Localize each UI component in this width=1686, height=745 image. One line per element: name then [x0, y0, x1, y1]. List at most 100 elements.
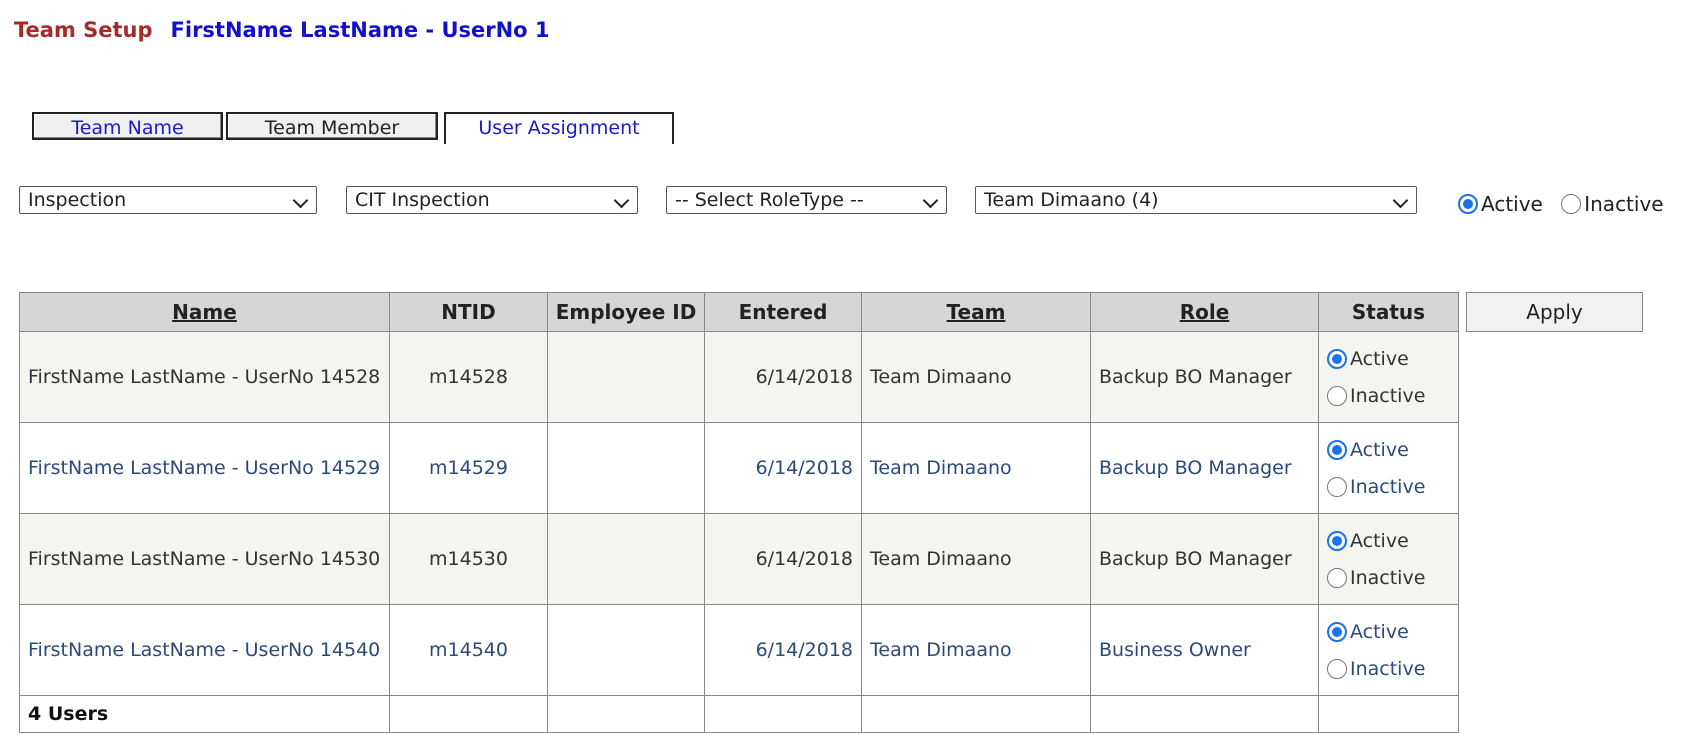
status-filter-active[interactable]: Active	[1458, 190, 1543, 216]
cell-status: Active Inactive	[1318, 331, 1459, 423]
table-row: FirstName LastName - UserNo 14528 m14528…	[19, 331, 1459, 423]
cell-role: Backup BO Manager	[1090, 331, 1319, 423]
page-title: Team Setup	[14, 18, 153, 42]
cell-entered: 6/14/2018	[704, 422, 862, 514]
footer-cell	[1090, 695, 1319, 733]
radio-selected-icon[interactable]	[1327, 622, 1347, 642]
radio-icon[interactable]	[1327, 658, 1347, 679]
roletype-select[interactable]: -- Select RoleType --	[666, 186, 947, 214]
radio-selected-icon[interactable]	[1327, 349, 1347, 369]
cell-entered: 6/14/2018	[704, 604, 862, 696]
category-select[interactable]: Inspection	[19, 186, 317, 214]
col-header-status: Status	[1318, 292, 1459, 332]
row-status-active[interactable]: Active	[1327, 614, 1450, 651]
row-status-inactive[interactable]: Inactive	[1327, 468, 1450, 505]
cell-employee-id	[547, 331, 705, 423]
page-header: Team Setup FirstName LastName - UserNo 1	[14, 18, 550, 42]
cell-team: Team Dimaano	[861, 513, 1091, 605]
cell-role: Business Owner	[1090, 604, 1319, 696]
chevron-down-icon	[1392, 192, 1409, 209]
category-value: Inspection	[28, 189, 127, 211]
radio-label: Inactive	[1350, 384, 1426, 407]
subcategory-select[interactable]: CIT Inspection	[346, 186, 638, 214]
radio-icon[interactable]	[1327, 567, 1347, 588]
radio-icon[interactable]	[1327, 385, 1347, 406]
cell-entered: 6/14/2018	[704, 331, 862, 423]
radio-label: Active	[1481, 191, 1543, 216]
col-header-role[interactable]: Role	[1090, 292, 1319, 332]
roletype-value: -- Select RoleType --	[675, 189, 864, 211]
cell-team: Team Dimaano	[861, 331, 1091, 423]
team-select[interactable]: Team Dimaano (4)	[975, 186, 1417, 214]
radio-icon[interactable]	[1327, 476, 1347, 497]
cell-employee-id	[547, 513, 705, 605]
radio-selected-icon[interactable]	[1327, 531, 1347, 551]
footer-cell	[861, 695, 1091, 733]
chevron-down-icon	[613, 192, 630, 209]
tab-label: User Assignment	[478, 117, 640, 139]
row-status-active[interactable]: Active	[1327, 432, 1450, 469]
table-header-row: Name NTID Employee ID Entered Team Role …	[19, 292, 1459, 332]
table-row: FirstName LastName - UserNo 14530 m14530…	[19, 513, 1459, 605]
cell-ntid: m14528	[389, 331, 548, 423]
cell-ntid: m14540	[389, 604, 548, 696]
footer-cell	[547, 695, 705, 733]
col-header-entered: Entered	[704, 292, 862, 332]
table-row: FirstName LastName - UserNo 14540 m14540…	[19, 604, 1459, 696]
tab-label: Team Member	[264, 117, 400, 139]
radio-selected-icon[interactable]	[1458, 193, 1478, 214]
tab-label: Team Name	[71, 117, 184, 139]
radio-label: Inactive	[1584, 191, 1664, 216]
subcategory-value: CIT Inspection	[355, 189, 490, 211]
radio-label: Active	[1350, 530, 1409, 552]
cell-team: Team Dimaano	[861, 604, 1091, 696]
cell-ntid: m14530	[389, 513, 548, 605]
tab-user-assignment[interactable]: User Assignment	[444, 112, 674, 144]
radio-label: Active	[1350, 348, 1409, 370]
radio-icon[interactable]	[1561, 193, 1582, 214]
table-footer-row: 4 Users	[19, 695, 1459, 733]
cell-role: Backup BO Manager	[1090, 513, 1319, 605]
row-status-inactive[interactable]: Inactive	[1327, 559, 1450, 596]
radio-label: Inactive	[1350, 475, 1426, 498]
cell-employee-id	[547, 604, 705, 696]
status-filter: Active Inactive	[1458, 190, 1676, 216]
radio-selected-icon[interactable]	[1327, 440, 1347, 460]
cell-status: Active Inactive	[1318, 604, 1459, 696]
team-value: Team Dimaano (4)	[984, 189, 1159, 211]
col-header-employee-id: Employee ID	[547, 292, 705, 332]
footer-cell	[389, 695, 548, 733]
cell-name: FirstName LastName - UserNo 14528	[19, 331, 390, 423]
row-status-inactive[interactable]: Inactive	[1327, 377, 1450, 414]
chevron-down-icon	[292, 192, 309, 209]
col-header-name[interactable]: Name	[19, 292, 390, 332]
row-status-active[interactable]: Active	[1327, 523, 1450, 560]
row-status-inactive[interactable]: Inactive	[1327, 650, 1450, 687]
tab-team-name[interactable]: Team Name	[32, 112, 223, 140]
radio-label: Inactive	[1350, 566, 1426, 589]
current-user: FirstName LastName - UserNo 1	[170, 18, 550, 42]
cell-employee-id	[547, 422, 705, 514]
col-header-team[interactable]: Team	[861, 292, 1091, 332]
footer-cell	[704, 695, 862, 733]
tab-team-member[interactable]: Team Member	[226, 112, 438, 140]
cell-status: Active Inactive	[1318, 422, 1459, 514]
col-header-ntid: NTID	[389, 292, 548, 332]
radio-label: Active	[1350, 439, 1409, 461]
cell-entered: 6/14/2018	[704, 513, 862, 605]
cell-role: Backup BO Manager	[1090, 422, 1319, 514]
radio-label: Active	[1350, 621, 1409, 643]
chevron-down-icon	[922, 192, 939, 209]
cell-status: Active Inactive	[1318, 513, 1459, 605]
cell-name: FirstName LastName - UserNo 14530	[19, 513, 390, 605]
apply-button[interactable]: Apply	[1466, 292, 1643, 332]
table-row: FirstName LastName - UserNo 14529 m14529…	[19, 422, 1459, 514]
user-count: 4 Users	[19, 695, 390, 733]
status-filter-inactive[interactable]: Inactive	[1561, 190, 1664, 216]
radio-label: Inactive	[1350, 657, 1426, 680]
cell-team: Team Dimaano	[861, 422, 1091, 514]
user-table: Name NTID Employee ID Entered Team Role …	[19, 292, 1459, 733]
row-status-active[interactable]: Active	[1327, 341, 1450, 378]
cell-ntid: m14529	[389, 422, 548, 514]
cell-name: FirstName LastName - UserNo 14529	[19, 422, 390, 514]
